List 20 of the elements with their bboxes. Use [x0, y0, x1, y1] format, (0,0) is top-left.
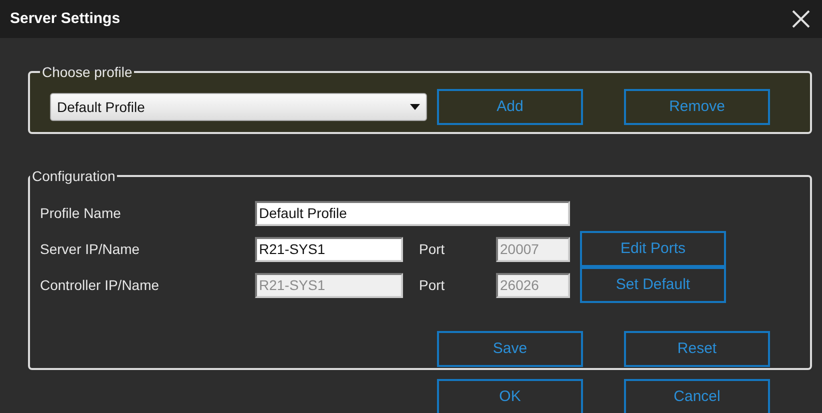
dialog-button[interactable]: OK [437, 379, 583, 413]
dialog-button[interactable]: Cancel [624, 379, 770, 413]
close-icon[interactable] [792, 10, 810, 28]
dialog-button[interactable]: Add [437, 89, 583, 125]
text-field[interactable]: R21-SYS1 [255, 236, 403, 262]
dialog-button[interactable]: Reset [624, 331, 770, 367]
field-label: Port [419, 240, 446, 258]
group-legend: Choose profile [40, 64, 134, 80]
dialog-button[interactable]: Save [437, 331, 583, 367]
field-label: Server IP/Name [40, 240, 141, 258]
dialog-button[interactable]: Remove [624, 89, 770, 125]
text-field[interactable]: Default Profile [255, 200, 570, 226]
dialog-button[interactable]: Edit Ports [580, 231, 726, 267]
group-legend: Configuration [30, 168, 118, 184]
field-label: Port [419, 276, 446, 294]
field-label: Controller IP/Name [40, 276, 160, 294]
window-title: Server Settings [10, 8, 120, 29]
profile-dropdown[interactable]: Default Profile [50, 93, 427, 121]
caret-icon [410, 104, 420, 110]
field-label: Profile Name [40, 204, 122, 222]
